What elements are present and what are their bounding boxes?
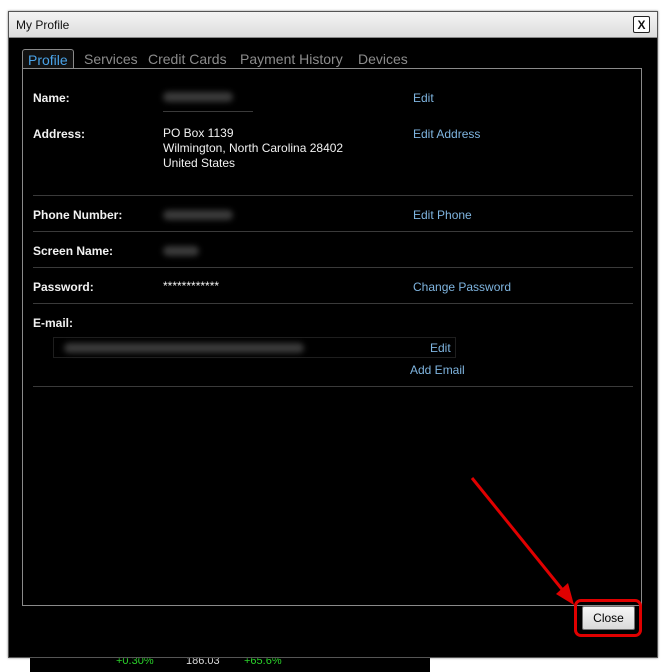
annotation-arrow bbox=[470, 477, 574, 605]
arrow-shaft bbox=[470, 477, 567, 594]
close-button[interactable]: Close bbox=[582, 606, 635, 630]
